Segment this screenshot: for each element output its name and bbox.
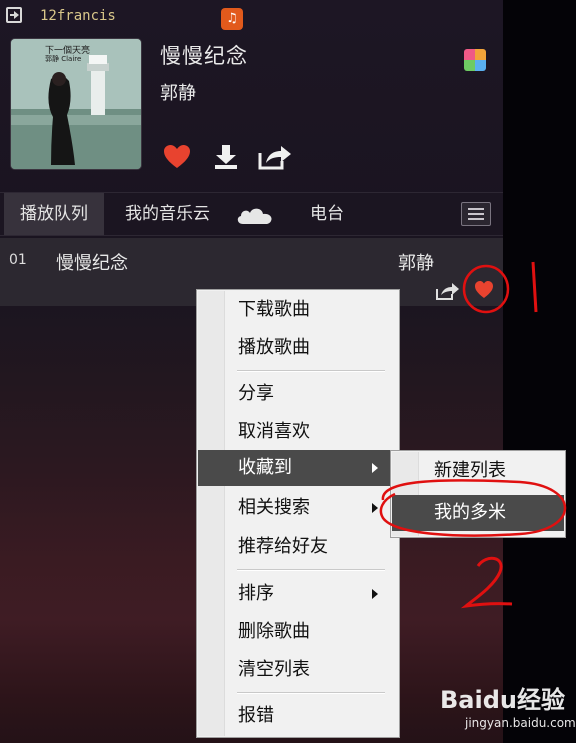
skin-icon[interactable] [464, 49, 486, 71]
menu-item-clear[interactable]: 清空列表 [198, 652, 398, 688]
menu-item-label: 相关搜索 [238, 497, 310, 518]
menu-item-delete[interactable]: 删除歌曲 [198, 614, 398, 650]
now-playing-title: 慢慢纪念 [160, 44, 248, 68]
menu-item-label: 分享 [238, 383, 274, 404]
menu-item-related-search[interactable]: 相关搜索 [198, 490, 398, 526]
mobile-icon[interactable]: ♫ [221, 8, 243, 30]
like-heart-icon[interactable] [163, 144, 191, 170]
track-artist: 郭静 [398, 253, 434, 274]
menu-item-share[interactable]: 分享 [198, 376, 398, 412]
tab-play-queue[interactable]: 播放队列 [4, 193, 104, 235]
list-view-icon[interactable] [461, 202, 491, 226]
submenu-item-new-list[interactable]: 新建列表 [392, 453, 564, 489]
menu-item-label: 收藏到 [238, 457, 292, 478]
menu-item-collect-to[interactable]: 收藏到 [198, 450, 398, 486]
menu-item-play[interactable]: 播放歌曲 [198, 330, 398, 366]
menu-separator [237, 370, 385, 372]
submenu-arrow-icon [372, 589, 378, 599]
cover-subtext: 郭静 Claire [45, 55, 82, 63]
share-icon[interactable] [258, 144, 292, 170]
menu-item-unlike[interactable]: 取消喜欢 [198, 414, 398, 450]
submenu-item-my-duomi[interactable]: 我的多米 [392, 495, 564, 531]
download-icon[interactable] [213, 144, 239, 170]
menu-item-label: 取消喜欢 [238, 421, 310, 442]
menu-item-label: 播放歌曲 [238, 337, 310, 358]
menu-item-label: 清空列表 [238, 659, 310, 680]
watermark-url: jingyan.baidu.com [465, 716, 576, 730]
row-share-icon[interactable] [436, 282, 460, 300]
tab-my-music-cloud[interactable]: 我的音乐云 [125, 193, 210, 235]
dark-background-area [503, 0, 576, 743]
submenu-arrow-icon [372, 463, 378, 473]
tab-bar: 播放队列 我的音乐云 电台 [0, 192, 503, 236]
username[interactable]: 12francis [40, 6, 116, 26]
track-number: 01 [9, 252, 27, 268]
album-cover: 下一個天亮 郭静 Claire [10, 38, 142, 170]
menu-item-download[interactable]: 下载歌曲 [198, 292, 398, 328]
menu-item-label: 推荐给好友 [238, 536, 328, 557]
now-playing-artist[interactable]: 郭静 [160, 82, 196, 106]
screenshot: 12francis ♫ 下一個天亮 郭静 Claire 慢慢纪念 郭静 播放队列… [0, 0, 576, 743]
login-icon[interactable] [6, 7, 22, 23]
menu-separator [237, 692, 385, 694]
row-like-heart-icon[interactable] [474, 280, 494, 300]
menu-item-recommend[interactable]: 推荐给好友 [198, 529, 398, 565]
submenu-arrow-icon [372, 503, 378, 513]
menu-separator [237, 569, 385, 571]
menu-item-report[interactable]: 报错 [198, 698, 398, 734]
cloud-icon [237, 208, 272, 224]
track-title: 慢慢纪念 [56, 253, 128, 274]
menu-item-label: 报错 [238, 705, 274, 726]
menu-item-label: 删除歌曲 [238, 621, 310, 642]
submenu-item-label: 我的多米 [434, 502, 506, 523]
watermark-logo: Baidu经验 [440, 686, 565, 714]
submenu-item-label: 新建列表 [434, 460, 506, 481]
menu-item-sort[interactable]: 排序 [198, 576, 398, 612]
tab-radio[interactable]: 电台 [310, 193, 344, 235]
menu-item-label: 下载歌曲 [238, 299, 310, 320]
collect-submenu: 新建列表 我的多米 [390, 450, 566, 538]
menu-item-label: 排序 [238, 583, 274, 604]
context-menu: 下载歌曲 播放歌曲 分享 取消喜欢 收藏到 相关搜索 推荐给好友 排序 删除歌曲… [196, 289, 400, 738]
